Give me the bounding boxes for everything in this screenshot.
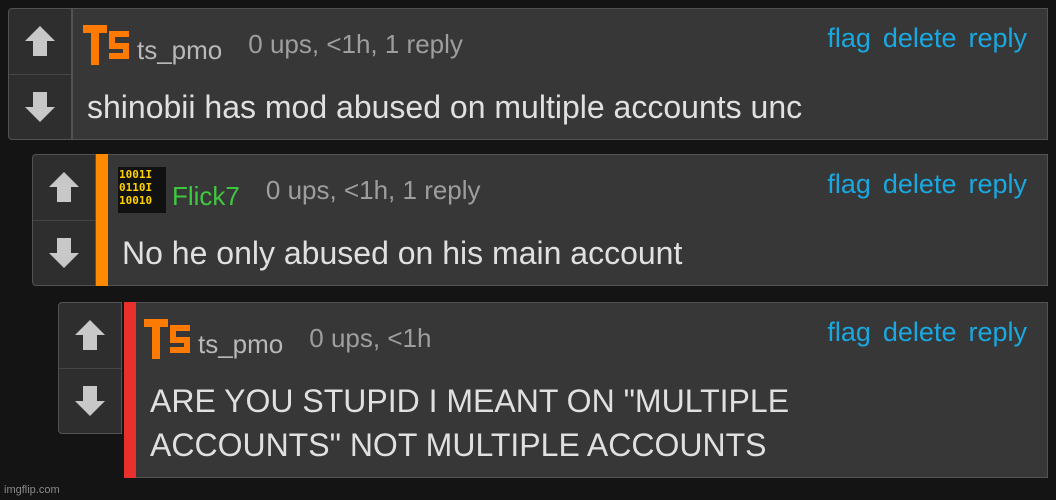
comment-meta-row: ts_pmo 0 ups, <1h xyxy=(144,313,431,361)
binary-pixel-icon[interactable] xyxy=(118,167,166,213)
flag-link[interactable]: flag xyxy=(827,169,871,200)
upvote-button[interactable] xyxy=(33,155,95,220)
comment-meta: 0 ups, <1h, 1 reply xyxy=(265,175,481,205)
flag-link[interactable]: flag xyxy=(827,23,871,54)
delete-link[interactable]: delete xyxy=(883,169,957,200)
down-arrow-icon xyxy=(44,233,84,273)
ts-logo-icon[interactable] xyxy=(144,315,192,361)
comment-actions: flag delete reply xyxy=(827,169,1027,200)
downvote-button[interactable] xyxy=(59,367,121,434)
comment-body: ts_pmo 0 ups, <1h flag delete reply ARE … xyxy=(136,302,1048,478)
reply-link[interactable]: reply xyxy=(968,317,1027,348)
username-link[interactable]: ts_pmo xyxy=(137,37,222,67)
comment-text: ARE YOU STUPID I MEANT ON "MULTIPLE ACCO… xyxy=(150,383,790,463)
vote-column xyxy=(32,154,96,286)
comment: ts_pmo 0 ups, <1h, 1 reply flag delete r… xyxy=(8,8,1048,140)
down-arrow-icon xyxy=(20,87,60,127)
down-arrow-icon xyxy=(70,381,110,421)
comment-text: shinobii has mod abused on multiple acco… xyxy=(87,89,803,125)
vote-column xyxy=(8,8,72,140)
upvote-button[interactable] xyxy=(59,303,121,368)
username-link[interactable]: Flick7 xyxy=(172,183,240,213)
downvote-button[interactable] xyxy=(33,219,95,286)
comment-actions: flag delete reply xyxy=(827,23,1027,54)
delete-link[interactable]: delete xyxy=(883,23,957,54)
up-arrow-icon xyxy=(20,21,60,61)
comment-meta-row: ts_pmo 0 ups, <1h, 1 reply xyxy=(83,19,463,67)
vote-column xyxy=(58,302,122,434)
comment: Flick7 0 ups, <1h, 1 reply flag delete r… xyxy=(32,154,1048,286)
comment-meta: 0 ups, <1h, 1 reply xyxy=(248,29,463,59)
downvote-button[interactable] xyxy=(9,73,71,140)
delete-link[interactable]: delete xyxy=(883,317,957,348)
comment: ts_pmo 0 ups, <1h flag delete reply ARE … xyxy=(58,302,1048,478)
watermark: imgflip.com xyxy=(4,484,60,496)
depth-bar xyxy=(124,302,136,478)
reply-link[interactable]: reply xyxy=(968,23,1027,54)
upvote-button[interactable] xyxy=(9,9,71,74)
comment-text: No he only abused on his main account xyxy=(122,235,683,271)
comment-actions: flag delete reply xyxy=(827,317,1027,348)
depth-bar xyxy=(96,154,108,286)
comment-body: Flick7 0 ups, <1h, 1 reply flag delete r… xyxy=(108,154,1048,286)
username-link[interactable]: ts_pmo xyxy=(198,331,283,361)
reply-link[interactable]: reply xyxy=(968,169,1027,200)
comment-body: ts_pmo 0 ups, <1h, 1 reply flag delete r… xyxy=(72,8,1048,140)
ts-logo-icon[interactable] xyxy=(83,21,131,67)
comment-meta-row: Flick7 0 ups, <1h, 1 reply xyxy=(118,165,481,213)
up-arrow-icon xyxy=(44,167,84,207)
flag-link[interactable]: flag xyxy=(827,317,871,348)
up-arrow-icon xyxy=(70,315,110,355)
comment-meta: 0 ups, <1h xyxy=(309,323,432,353)
